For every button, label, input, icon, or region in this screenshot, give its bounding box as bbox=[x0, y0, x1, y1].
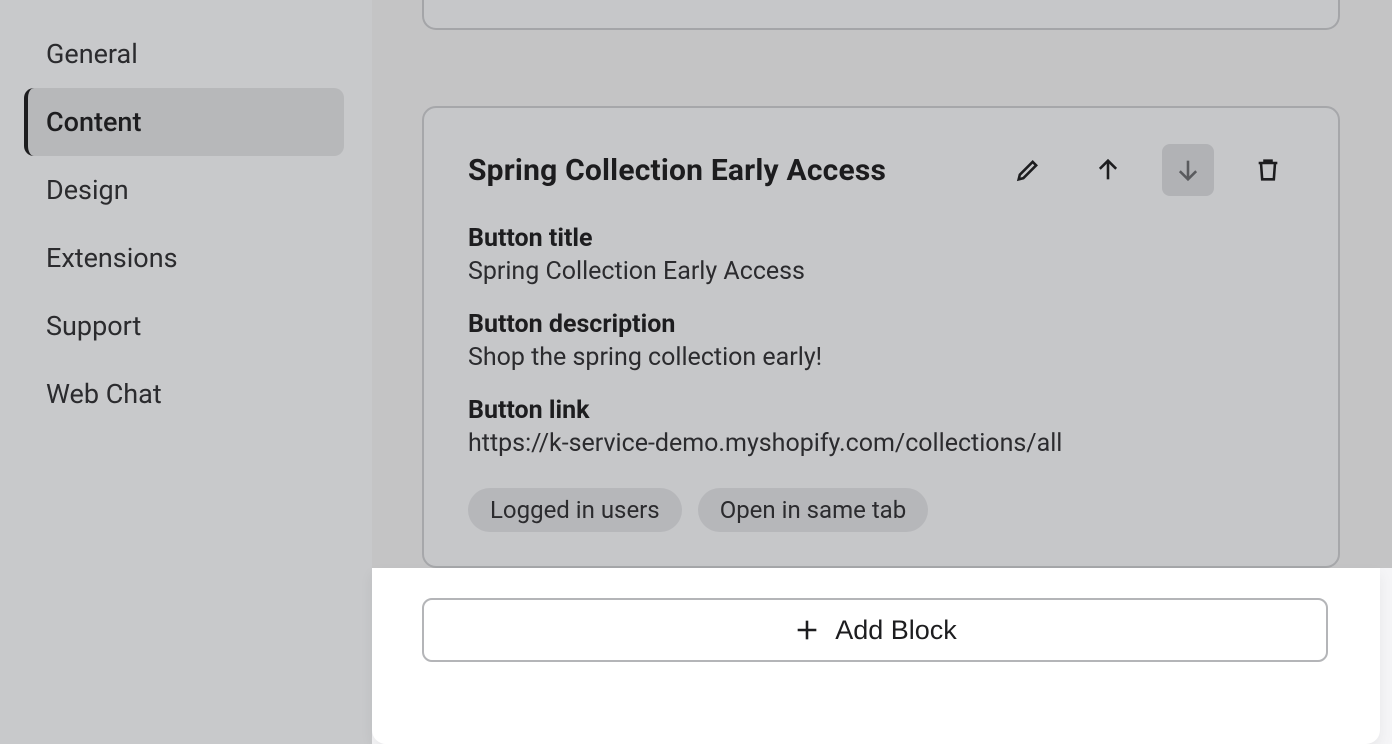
sidebar: General Content Design Extensions Suppor… bbox=[0, 0, 372, 744]
sidebar-item-content[interactable]: Content bbox=[24, 88, 344, 156]
sidebar-item-extensions[interactable]: Extensions bbox=[24, 224, 344, 292]
add-block-button[interactable]: Add Block bbox=[422, 598, 1328, 662]
sidebar-item-general[interactable]: General bbox=[24, 20, 344, 88]
move-down-button[interactable] bbox=[1162, 144, 1214, 196]
move-up-button[interactable] bbox=[1082, 144, 1134, 196]
tag-row: Logged in users Open in same tab bbox=[468, 488, 1294, 532]
sidebar-item-web-chat[interactable]: Web Chat bbox=[24, 360, 344, 428]
delete-button[interactable] bbox=[1242, 144, 1294, 196]
edit-button[interactable] bbox=[1002, 144, 1054, 196]
field-label: Button title bbox=[468, 224, 1294, 253]
field-value: Spring Collection Early Access bbox=[468, 257, 1294, 286]
pencil-icon bbox=[1014, 156, 1042, 184]
plus-icon bbox=[793, 616, 821, 644]
trash-icon bbox=[1254, 156, 1282, 184]
block-card: Spring Collection Early Access bbox=[422, 106, 1340, 568]
field-button-title: Button title Spring Collection Early Acc… bbox=[468, 224, 1294, 286]
card-actions bbox=[1002, 144, 1294, 196]
field-label: Button link bbox=[468, 396, 1294, 425]
dimmed-scroll-area: Spring Collection Early Access bbox=[372, 0, 1392, 568]
bottom-action-panel: Add Block bbox=[372, 568, 1380, 744]
field-value: Shop the spring collection early! bbox=[468, 343, 1294, 372]
previous-card-bottom-edge bbox=[422, 0, 1340, 30]
arrow-down-icon bbox=[1174, 156, 1202, 184]
field-button-link: Button link https://k-service-demo.mysho… bbox=[468, 396, 1294, 458]
card-header: Spring Collection Early Access bbox=[468, 144, 1294, 196]
add-block-label: Add Block bbox=[835, 615, 957, 646]
sidebar-item-design[interactable]: Design bbox=[24, 156, 344, 224]
field-value: https://k-service-demo.myshopify.com/col… bbox=[468, 429, 1294, 458]
tag-logged-in-users[interactable]: Logged in users bbox=[468, 488, 682, 532]
app-root: General Content Design Extensions Suppor… bbox=[0, 0, 1392, 744]
arrow-up-icon bbox=[1094, 156, 1122, 184]
field-button-description: Button description Shop the spring colle… bbox=[468, 310, 1294, 372]
card-title: Spring Collection Early Access bbox=[468, 153, 886, 188]
tag-open-in-same-tab[interactable]: Open in same tab bbox=[698, 488, 929, 532]
main-panel: Spring Collection Early Access bbox=[372, 0, 1392, 744]
sidebar-nav: General Content Design Extensions Suppor… bbox=[0, 20, 372, 428]
sidebar-item-support[interactable]: Support bbox=[24, 292, 344, 360]
field-label: Button description bbox=[468, 310, 1294, 339]
